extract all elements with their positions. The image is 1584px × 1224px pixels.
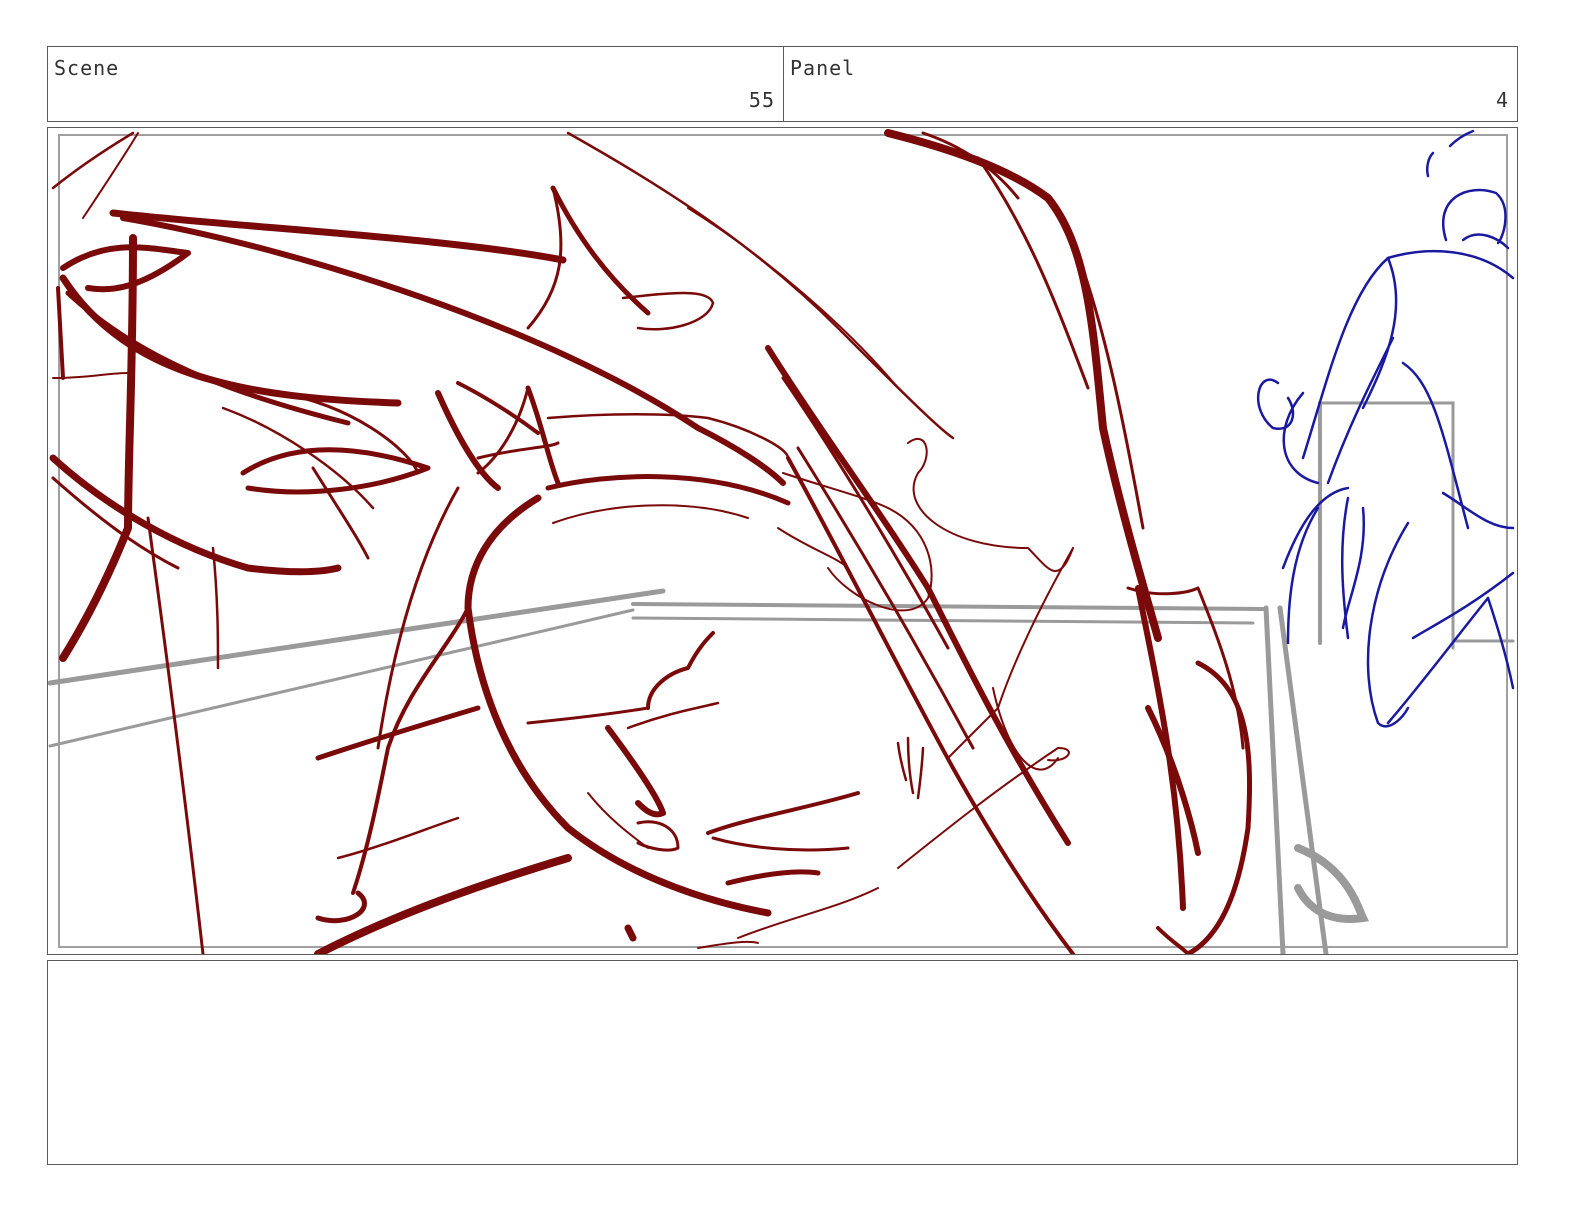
secondary-character-sketch [1256, 129, 1515, 728]
primary-character-sketch [49, 129, 1253, 954]
scene-number: 55 [748, 88, 775, 112]
sketch-canvas [48, 129, 1515, 954]
panel-cell: Panel 4 [784, 47, 1517, 121]
safe-frame-guide [58, 134, 1508, 948]
storyboard-frame [47, 127, 1518, 955]
storyboard-header: Scene 55 Panel 4 [47, 46, 1518, 122]
notes-box[interactable] [47, 960, 1518, 1165]
panel-number: 4 [1495, 88, 1509, 112]
scene-label: Scene [54, 56, 120, 80]
scene-cell: Scene 55 [48, 47, 784, 121]
panel-label: Panel [790, 56, 856, 80]
